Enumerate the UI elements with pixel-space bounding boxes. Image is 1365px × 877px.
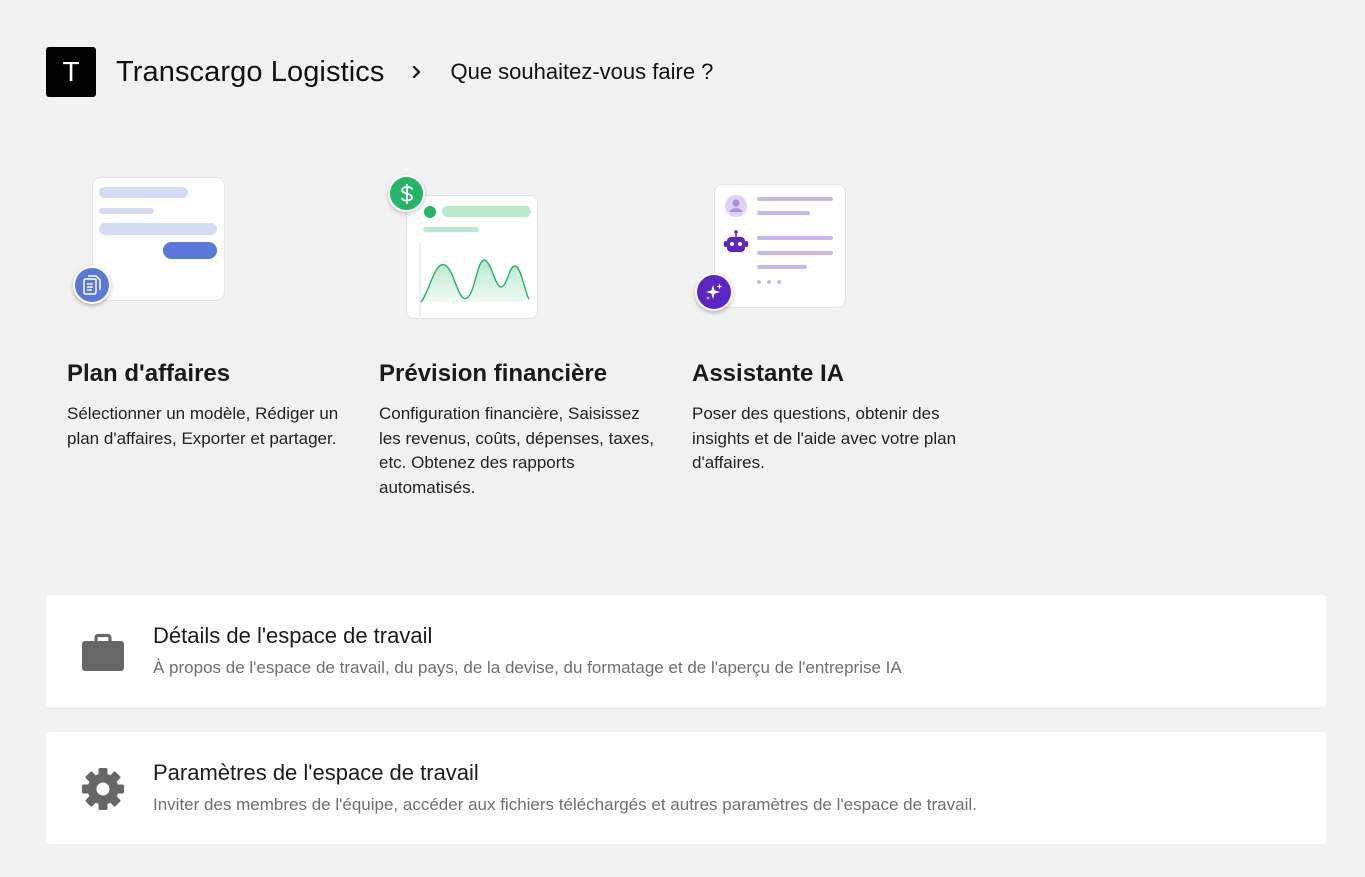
gear-icon xyxy=(80,766,126,812)
ai-assistant-card[interactable]: Assistante IA Poser des questions, obten… xyxy=(692,165,982,472)
workspace-details-panel[interactable]: Détails de l'espace de travail À propos … xyxy=(46,595,1326,707)
financial-forecast-description: Configuration financière, Saisissez les … xyxy=(379,404,654,497)
ai-assistant-illustration xyxy=(692,165,892,325)
workspace-logo-letter: T xyxy=(62,56,80,87)
document-icon xyxy=(73,266,111,304)
financial-forecast-title[interactable]: Prévision financière xyxy=(379,360,607,388)
chevron-right-icon xyxy=(410,65,424,79)
sparkle-icon xyxy=(695,273,733,311)
workspace-logo[interactable]: T xyxy=(46,47,96,97)
workspace-settings-description: Inviter des membres de l'équipe, accéder… xyxy=(153,795,977,814)
briefcase-icon xyxy=(80,629,126,675)
financial-forecast-card[interactable]: Prévision financière Configuration finan… xyxy=(379,165,669,497)
workspace-details-description: À propos de l'espace de travail, du pays… xyxy=(153,658,902,677)
business-plan-card[interactable]: Plan d'affaires Sélectionner un modèle, … xyxy=(67,165,357,448)
workspace-settings-title: Paramètres de l'espace de travail xyxy=(153,760,479,785)
financial-forecast-illustration xyxy=(379,165,579,325)
company-name[interactable]: Transcargo Logistics xyxy=(116,56,384,89)
business-plan-description: Sélectionner un modèle, Rédiger un plan … xyxy=(67,404,339,448)
workspace-settings-panel[interactable]: Paramètres de l'espace de travail Invite… xyxy=(46,732,1326,844)
business-plan-illustration xyxy=(67,165,267,325)
workspace-details-title: Détails de l'espace de travail xyxy=(153,623,433,648)
page-header: T Transcargo Logistics Que souhaitez-vou… xyxy=(46,47,713,97)
dollar-icon xyxy=(388,175,425,212)
page-prompt: Que souhaitez-vous faire ? xyxy=(450,59,714,84)
ai-assistant-title[interactable]: Assistante IA xyxy=(692,360,844,388)
ai-assistant-description: Poser des questions, obtenir des insight… xyxy=(692,404,957,472)
business-plan-title[interactable]: Plan d'affaires xyxy=(67,360,230,388)
